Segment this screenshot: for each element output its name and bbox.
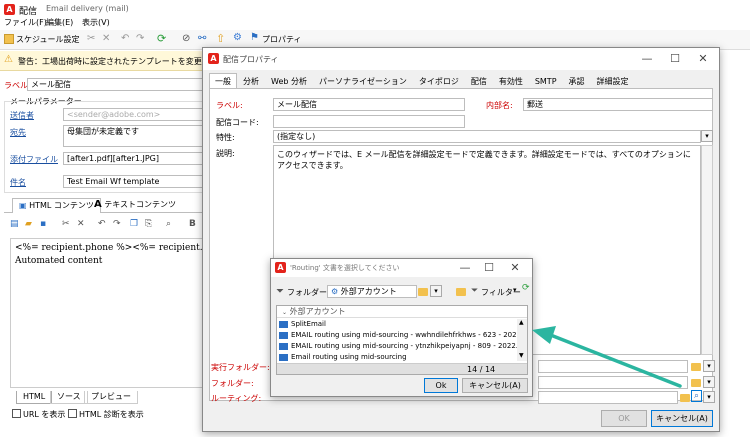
arrow-head [532,326,556,344]
annotation-arrow [532,326,682,388]
arrow-shaft [546,332,682,388]
